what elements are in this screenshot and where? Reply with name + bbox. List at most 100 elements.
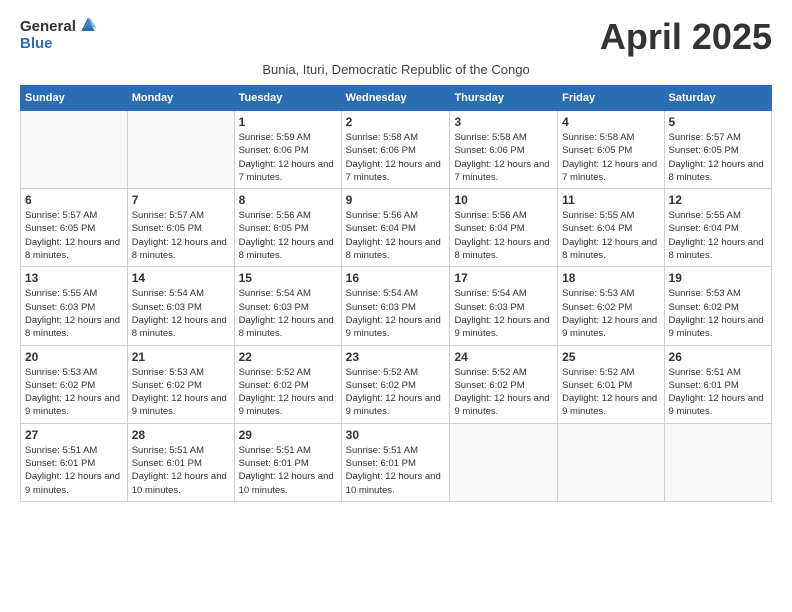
- subtitle: Bunia, Ituri, Democratic Republic of the…: [20, 62, 772, 77]
- day-number: 1: [239, 115, 337, 129]
- header-monday: Monday: [127, 86, 234, 111]
- day-number: 15: [239, 271, 337, 285]
- calendar-cell: 10 Sunrise: 5:56 AM Sunset: 6:04 PM Dayli…: [450, 189, 558, 267]
- logo: General Blue: [20, 16, 98, 51]
- day-detail: Sunrise: 5:54 AM Sunset: 6:03 PM Dayligh…: [346, 287, 446, 340]
- day-number: 8: [239, 193, 337, 207]
- day-detail: Sunrise: 5:54 AM Sunset: 6:03 PM Dayligh…: [132, 287, 230, 340]
- logo-general: General: [20, 19, 76, 34]
- day-detail: Sunrise: 5:57 AM Sunset: 6:05 PM Dayligh…: [669, 131, 767, 184]
- header-thursday: Thursday: [450, 86, 558, 111]
- day-detail: Sunrise: 5:55 AM Sunset: 6:03 PM Dayligh…: [25, 287, 123, 340]
- day-detail: Sunrise: 5:53 AM Sunset: 6:02 PM Dayligh…: [669, 287, 767, 340]
- day-detail: Sunrise: 5:53 AM Sunset: 6:02 PM Dayligh…: [132, 366, 230, 419]
- calendar-header-row: SundayMondayTuesdayWednesdayThursdayFrid…: [21, 86, 772, 111]
- header-tuesday: Tuesday: [234, 86, 341, 111]
- calendar-cell: 23 Sunrise: 5:52 AM Sunset: 6:02 PM Dayli…: [341, 345, 450, 423]
- day-detail: Sunrise: 5:55 AM Sunset: 6:04 PM Dayligh…: [562, 209, 659, 262]
- day-detail: Sunrise: 5:56 AM Sunset: 6:04 PM Dayligh…: [346, 209, 446, 262]
- calendar-cell: 15 Sunrise: 5:54 AM Sunset: 6:03 PM Dayli…: [234, 267, 341, 345]
- day-number: 25: [562, 350, 659, 364]
- day-detail: Sunrise: 5:57 AM Sunset: 6:05 PM Dayligh…: [132, 209, 230, 262]
- day-detail: Sunrise: 5:54 AM Sunset: 6:03 PM Dayligh…: [454, 287, 553, 340]
- day-detail: Sunrise: 5:57 AM Sunset: 6:05 PM Dayligh…: [25, 209, 123, 262]
- header-wednesday: Wednesday: [341, 86, 450, 111]
- calendar-cell: 27 Sunrise: 5:51 AM Sunset: 6:01 PM Dayli…: [21, 423, 128, 501]
- calendar-cell: 20Sunrise: 5:53 AM Sunset: 6:02 PM Dayli…: [21, 345, 128, 423]
- calendar-cell: 7 Sunrise: 5:57 AM Sunset: 6:05 PM Daylig…: [127, 189, 234, 267]
- day-number: 27: [25, 428, 123, 442]
- week-row-1: 6 Sunrise: 5:57 AM Sunset: 6:05 PM Daylig…: [21, 189, 772, 267]
- day-number: 30: [346, 428, 446, 442]
- calendar-cell: [21, 111, 128, 189]
- calendar-cell: 6 Sunrise: 5:57 AM Sunset: 6:05 PM Daylig…: [21, 189, 128, 267]
- day-number: 4: [562, 115, 659, 129]
- day-detail: Sunrise: 5:59 AM Sunset: 6:06 PM Dayligh…: [239, 131, 337, 184]
- day-number: 7: [132, 193, 230, 207]
- day-detail: Sunrise: 5:52 AM Sunset: 6:01 PM Dayligh…: [562, 366, 659, 419]
- calendar-cell: 29 Sunrise: 5:51 AM Sunset: 6:01 PM Dayli…: [234, 423, 341, 501]
- day-number: 19: [669, 271, 767, 285]
- calendar-cell: 28 Sunrise: 5:51 AM Sunset: 6:01 PM Dayli…: [127, 423, 234, 501]
- day-number: 13: [25, 271, 123, 285]
- day-number: 18: [562, 271, 659, 285]
- day-number: 11: [562, 193, 659, 207]
- day-number: 17: [454, 271, 553, 285]
- day-detail: Sunrise: 5:56 AM Sunset: 6:05 PM Dayligh…: [239, 209, 337, 262]
- day-detail: Sunrise: 5:56 AM Sunset: 6:04 PM Dayligh…: [454, 209, 553, 262]
- week-row-3: 20Sunrise: 5:53 AM Sunset: 6:02 PM Dayli…: [21, 345, 772, 423]
- day-number: 16: [346, 271, 446, 285]
- calendar-cell: 11 Sunrise: 5:55 AM Sunset: 6:04 PM Dayli…: [558, 189, 664, 267]
- day-detail: Sunrise: 5:51 AM Sunset: 6:01 PM Dayligh…: [132, 444, 230, 497]
- day-detail: Sunrise: 5:52 AM Sunset: 6:02 PM Dayligh…: [346, 366, 446, 419]
- day-number: 12: [669, 193, 767, 207]
- day-number: 9: [346, 193, 446, 207]
- week-row-0: 1 Sunrise: 5:59 AM Sunset: 6:06 PM Daylig…: [21, 111, 772, 189]
- day-detail: Sunrise: 5:51 AM Sunset: 6:01 PM Dayligh…: [346, 444, 446, 497]
- calendar-cell: 9 Sunrise: 5:56 AM Sunset: 6:04 PM Daylig…: [341, 189, 450, 267]
- day-number: 2: [346, 115, 446, 129]
- calendar-cell: 1 Sunrise: 5:59 AM Sunset: 6:06 PM Daylig…: [234, 111, 341, 189]
- day-number: 24: [454, 350, 553, 364]
- day-detail: Sunrise: 5:53 AM Sunset: 6:02 PM Dayligh…: [562, 287, 659, 340]
- calendar-cell: 21 Sunrise: 5:53 AM Sunset: 6:02 PM Dayli…: [127, 345, 234, 423]
- calendar-cell: 22 Sunrise: 5:52 AM Sunset: 6:02 PM Dayli…: [234, 345, 341, 423]
- day-detail: Sunrise: 5:51 AM Sunset: 6:01 PM Dayligh…: [25, 444, 123, 497]
- calendar-cell: [127, 111, 234, 189]
- calendar-cell: 2Sunrise: 5:58 AM Sunset: 6:06 PM Daylig…: [341, 111, 450, 189]
- header-friday: Friday: [558, 86, 664, 111]
- header-sunday: Sunday: [21, 86, 128, 111]
- day-number: 22: [239, 350, 337, 364]
- day-number: 29: [239, 428, 337, 442]
- day-number: 5: [669, 115, 767, 129]
- calendar-cell: 24Sunrise: 5:52 AM Sunset: 6:02 PM Dayli…: [450, 345, 558, 423]
- week-row-4: 27 Sunrise: 5:51 AM Sunset: 6:01 PM Dayli…: [21, 423, 772, 501]
- day-detail: Sunrise: 5:58 AM Sunset: 6:05 PM Dayligh…: [562, 131, 659, 184]
- day-detail: Sunrise: 5:51 AM Sunset: 6:01 PM Dayligh…: [239, 444, 337, 497]
- day-number: 3: [454, 115, 553, 129]
- day-detail: Sunrise: 5:54 AM Sunset: 6:03 PM Dayligh…: [239, 287, 337, 340]
- calendar-cell: 16 Sunrise: 5:54 AM Sunset: 6:03 PM Dayli…: [341, 267, 450, 345]
- day-number: 23: [346, 350, 446, 364]
- day-number: 26: [669, 350, 767, 364]
- day-number: 28: [132, 428, 230, 442]
- day-detail: Sunrise: 5:52 AM Sunset: 6:02 PM Dayligh…: [239, 366, 337, 419]
- header-saturday: Saturday: [664, 86, 771, 111]
- calendar-cell: 3Sunrise: 5:58 AM Sunset: 6:06 PM Daylig…: [450, 111, 558, 189]
- calendar-cell: 13 Sunrise: 5:55 AM Sunset: 6:03 PM Dayli…: [21, 267, 128, 345]
- calendar-cell: 26Sunrise: 5:51 AM Sunset: 6:01 PM Dayli…: [664, 345, 771, 423]
- day-detail: Sunrise: 5:55 AM Sunset: 6:04 PM Dayligh…: [669, 209, 767, 262]
- calendar-cell: 25 Sunrise: 5:52 AM Sunset: 6:01 PM Dayli…: [558, 345, 664, 423]
- calendar-cell: 5 Sunrise: 5:57 AM Sunset: 6:05 PM Daylig…: [664, 111, 771, 189]
- day-detail: Sunrise: 5:53 AM Sunset: 6:02 PM Dayligh…: [25, 366, 123, 419]
- calendar-cell: 18 Sunrise: 5:53 AM Sunset: 6:02 PM Dayli…: [558, 267, 664, 345]
- calendar-cell: 4 Sunrise: 5:58 AM Sunset: 6:05 PM Daylig…: [558, 111, 664, 189]
- calendar-cell: 30 Sunrise: 5:51 AM Sunset: 6:01 PM Dayli…: [341, 423, 450, 501]
- day-number: 21: [132, 350, 230, 364]
- day-number: 14: [132, 271, 230, 285]
- logo-icon: [78, 16, 98, 36]
- week-row-2: 13 Sunrise: 5:55 AM Sunset: 6:03 PM Dayli…: [21, 267, 772, 345]
- day-number: 10: [454, 193, 553, 207]
- logo-blue: Blue: [20, 36, 98, 51]
- day-number: 6: [25, 193, 123, 207]
